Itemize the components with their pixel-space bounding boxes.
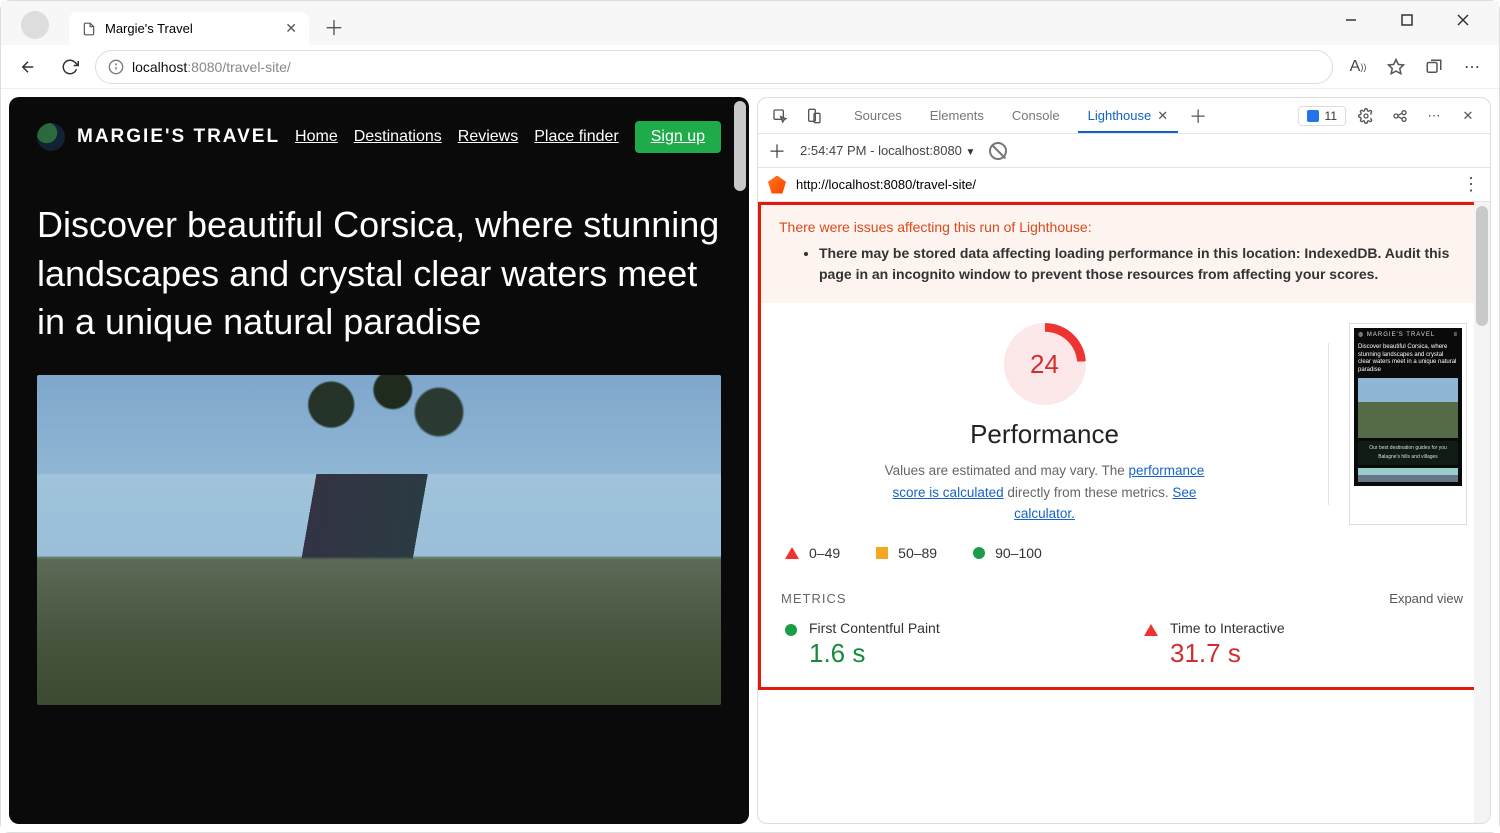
nav-destinations[interactable]: Destinations <box>354 128 442 146</box>
signup-button[interactable]: Sign up <box>635 121 721 153</box>
performance-description: Values are estimated and may vary. The p… <box>880 460 1210 525</box>
settings-button[interactable] <box>1352 102 1380 130</box>
read-aloud-button[interactable]: A)) <box>1341 50 1375 84</box>
warning-item: There may be stored data affecting loadi… <box>819 243 1469 285</box>
lighthouse-icon <box>768 176 786 194</box>
close-window-button[interactable] <box>1441 5 1485 35</box>
metrics-label: METRICS <box>781 591 847 606</box>
activity-button[interactable] <box>1386 102 1414 130</box>
site-nav: Home Destinations Reviews Place finder S… <box>295 121 721 153</box>
page-scrollbar[interactable] <box>733 99 747 811</box>
device-toolbar-button[interactable] <box>800 102 828 130</box>
url-path: /travel-site/ <box>222 59 290 75</box>
devtools-panel: Sources Elements Console Lighthouse✕ ＋ 1… <box>757 97 1491 824</box>
inspect-element-button[interactable] <box>766 102 794 130</box>
profile-avatar[interactable] <box>21 11 49 39</box>
rendered-page: MARGIE'S TRAVEL Home Destinations Review… <box>9 97 749 824</box>
warning-banner: There were issues affecting this run of … <box>761 205 1487 303</box>
site-brand: MARGIE'S TRAVEL <box>37 123 280 151</box>
metric-tti-label: Time to Interactive <box>1170 620 1285 636</box>
window-controls <box>1329 5 1485 35</box>
metric-fcp: First Contentful Paint 1.6 s <box>785 620 1104 669</box>
close-lighthouse-tab-icon[interactable]: ✕ <box>1157 108 1168 123</box>
brand-text: MARGIE'S TRAVEL <box>77 126 280 148</box>
tab-sources[interactable]: Sources <box>844 100 912 132</box>
tab-title: Margie's Travel <box>105 21 193 36</box>
back-button[interactable] <box>11 50 45 84</box>
nav-placefinder[interactable]: Place finder <box>534 128 619 146</box>
hero-image <box>37 375 721 705</box>
close-tab-icon[interactable]: ✕ <box>285 20 297 37</box>
browser-titlebar: Margie's Travel ✕ ＋ <box>1 1 1499 45</box>
circle-green-icon <box>973 547 985 559</box>
minimize-button[interactable] <box>1329 5 1373 35</box>
tab-elements[interactable]: Elements <box>920 100 994 132</box>
issues-badge-icon <box>1307 110 1319 122</box>
devtools-menu-button[interactable]: ⋯ <box>1420 102 1448 130</box>
url-port: :8080 <box>187 59 222 75</box>
tab-lighthouse[interactable]: Lighthouse✕ <box>1078 100 1179 132</box>
url-host: localhost <box>132 59 187 75</box>
issues-pill[interactable]: 11 <box>1298 106 1346 126</box>
address-bar: localhost:8080/travel-site/ A)) ⋯ <box>1 45 1499 89</box>
devtools-scrollbar[interactable] <box>1474 202 1490 823</box>
screenshot-thumbnail[interactable]: ◍ MARGIE'S TRAVEL≡ Discover beautiful Co… <box>1349 323 1467 525</box>
maximize-button[interactable] <box>1385 5 1429 35</box>
url-input[interactable]: localhost:8080/travel-site/ <box>95 50 1333 84</box>
more-tabs-button[interactable]: ＋ <box>1184 102 1212 130</box>
score-legend: 0–49 50–89 90–100 <box>761 535 1487 581</box>
metric-fcp-label: First Contentful Paint <box>809 620 940 636</box>
metric-tti: Time to Interactive 31.7 s <box>1144 620 1463 669</box>
site-info-icon[interactable] <box>108 59 124 75</box>
nav-reviews[interactable]: Reviews <box>458 128 518 146</box>
chevron-down-icon: ▼ <box>966 147 976 158</box>
favorites-button[interactable] <box>1379 50 1413 84</box>
circle-green-icon <box>785 624 797 636</box>
tab-console[interactable]: Console <box>1002 100 1070 132</box>
nav-home[interactable]: Home <box>295 128 338 146</box>
triangle-red-icon <box>1144 624 1158 636</box>
new-report-button[interactable]: ＋ <box>768 138 786 164</box>
report-selector[interactable]: 2:54:47 PM - localhost:8080 ▼ <box>800 143 975 158</box>
metric-fcp-value: 1.6 s <box>809 638 940 669</box>
clear-button[interactable] <box>989 142 1007 160</box>
new-tab-button[interactable]: ＋ <box>319 11 349 41</box>
globe-icon <box>37 123 65 151</box>
expand-view-link[interactable]: Expand view <box>1389 591 1463 606</box>
square-orange-icon <box>876 547 888 559</box>
close-devtools-button[interactable]: ✕ <box>1454 102 1482 130</box>
performance-gauge: 24 <box>1004 323 1086 405</box>
page-icon <box>81 21 97 37</box>
browser-tab[interactable]: Margie's Travel ✕ <box>69 12 309 45</box>
issues-count: 11 <box>1325 109 1337 123</box>
audit-url: http://localhost:8080/travel-site/ <box>796 177 976 192</box>
performance-score: 24 <box>1030 349 1059 380</box>
hero-title: Discover beautiful Corsica, where stunni… <box>9 161 749 375</box>
performance-heading: Performance <box>970 419 1119 450</box>
report-menu-button[interactable]: ⋮ <box>1462 174 1480 195</box>
metric-tti-value: 31.7 s <box>1170 638 1285 669</box>
warning-title: There were issues affecting this run of … <box>779 219 1469 235</box>
triangle-red-icon <box>785 547 799 559</box>
collections-button[interactable] <box>1417 50 1451 84</box>
refresh-button[interactable] <box>53 50 87 84</box>
menu-button[interactable]: ⋯ <box>1455 50 1489 84</box>
report-highlight-frame: There were issues affecting this run of … <box>758 202 1490 690</box>
